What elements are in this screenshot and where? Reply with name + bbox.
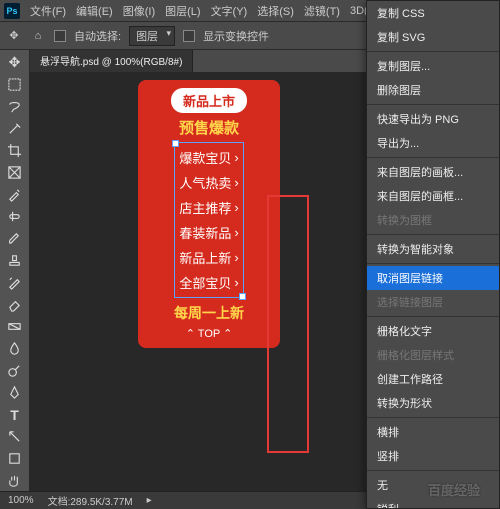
nav-pill: 新品上市 (171, 88, 247, 113)
context-item[interactable]: 栅格化文字 (367, 319, 499, 343)
pen-tool[interactable] (3, 382, 27, 403)
home-icon[interactable]: ⌂ (30, 28, 46, 44)
tools-panel: ✥ T (0, 50, 30, 491)
context-item[interactable]: 导出为... (367, 131, 499, 155)
brush-tool[interactable] (3, 228, 27, 249)
context-item[interactable]: 复制图层... (367, 54, 499, 78)
auto-select-checkbox[interactable] (54, 30, 66, 42)
context-item[interactable]: 横排 (367, 420, 499, 444)
heal-tool[interactable] (3, 206, 27, 227)
selection-box[interactable]: 爆款宝贝 人气热卖 店主推荐 春装新品 新品上新 全部宝贝 (174, 142, 243, 298)
document-tabs: 悬浮导航.psd @ 100%(RGB/8#) (30, 50, 388, 72)
nav-item: 新品上新 (179, 245, 238, 270)
nav-item: 春装新品 (179, 220, 238, 245)
nav-item: 人气热卖 (179, 170, 238, 195)
wand-tool[interactable] (3, 118, 27, 139)
menu-file[interactable]: 文件(F) (26, 1, 70, 21)
type-tool[interactable]: T (3, 404, 27, 425)
menu-layer[interactable]: 图层(L) (161, 1, 204, 21)
path-tool[interactable] (3, 426, 27, 447)
auto-select-dropdown[interactable]: 图层 (129, 26, 175, 46)
shape-tool[interactable] (3, 448, 27, 469)
nav-title: 预售爆款 (179, 117, 239, 138)
context-item[interactable]: 转换为智能对象 (367, 237, 499, 261)
menu-select[interactable]: 选择(S) (253, 1, 298, 21)
menu-type[interactable]: 文字(Y) (207, 1, 252, 21)
context-menu: 复制 CSS复制 SVG 复制图层...删除图层快速导出为 PNG导出为... 来自… (366, 0, 500, 509)
context-item[interactable]: 来自图层的画框... (367, 184, 499, 208)
gradient-tool[interactable] (3, 316, 27, 337)
nav-item: 爆款宝贝 (179, 145, 238, 170)
dodge-tool[interactable] (3, 360, 27, 381)
watermark: 百度经验 (428, 480, 480, 499)
auto-select-label: 自动选择: (74, 28, 121, 44)
context-item[interactable]: 快速导出为 PNG (367, 107, 499, 131)
show-transform-checkbox[interactable] (183, 30, 195, 42)
canvas[interactable]: 新品上市 预售爆款 爆款宝贝 人气热卖 店主推荐 春装新品 新品上新 全部宝贝 … (30, 72, 388, 491)
show-transform-label: 显示变换控件 (203, 28, 269, 44)
canvas-area: 悬浮导航.psd @ 100%(RGB/8#) 新品上市 预售爆款 爆款宝贝 人… (30, 50, 388, 491)
nav-card: 新品上市 预售爆款 爆款宝贝 人气热卖 店主推荐 春装新品 新品上新 全部宝贝 … (138, 80, 280, 348)
context-item: 栅格化图层样式 (367, 343, 499, 367)
hand-tool[interactable] (3, 470, 27, 491)
eyedropper-tool[interactable] (3, 184, 27, 205)
nav-item: 店主推荐 (179, 195, 238, 220)
nav-item: 全部宝贝 (179, 270, 238, 295)
ps-logo: Ps (4, 3, 20, 19)
history-brush-tool[interactable] (3, 272, 27, 293)
marquee-tool[interactable] (3, 74, 27, 95)
document-tab[interactable]: 悬浮导航.psd @ 100%(RGB/8#) (30, 50, 193, 72)
move-tool[interactable]: ✥ (3, 52, 27, 73)
lasso-tool[interactable] (3, 96, 27, 117)
context-item[interactable]: 转换为形状 (367, 391, 499, 415)
stamp-tool[interactable] (3, 250, 27, 271)
menu-edit[interactable]: 编辑(E) (72, 1, 117, 21)
context-item[interactable]: 取消图层链接 (367, 266, 499, 290)
context-item: 选择链接图层 (367, 290, 499, 314)
context-item[interactable]: 复制 CSS (367, 1, 499, 25)
menu-filter[interactable]: 滤镜(T) (300, 1, 344, 21)
eraser-tool[interactable] (3, 294, 27, 315)
menu-image[interactable]: 图像(I) (119, 1, 159, 21)
context-item: 转换为图框 (367, 208, 499, 232)
doc-size: 文档:289.5K/3.77M (48, 493, 133, 508)
zoom-level[interactable]: 100% (8, 495, 34, 506)
frame-tool[interactable] (3, 162, 27, 183)
context-item[interactable]: 竖排 (367, 444, 499, 468)
nav-week: 每周一上新 (174, 303, 244, 323)
context-item[interactable]: 复制 SVG (367, 25, 499, 49)
context-item[interactable]: 删除图层 (367, 78, 499, 102)
blur-tool[interactable] (3, 338, 27, 359)
crop-tool[interactable] (3, 140, 27, 161)
context-item[interactable]: 创建工作路径 (367, 367, 499, 391)
nav-top: ⌃ TOP ⌃ (186, 327, 233, 340)
move-tool-icon: ✥ (6, 28, 22, 44)
context-item[interactable]: 来自图层的画板... (367, 160, 499, 184)
status-arrow-icon[interactable]: ▸ (147, 495, 152, 506)
